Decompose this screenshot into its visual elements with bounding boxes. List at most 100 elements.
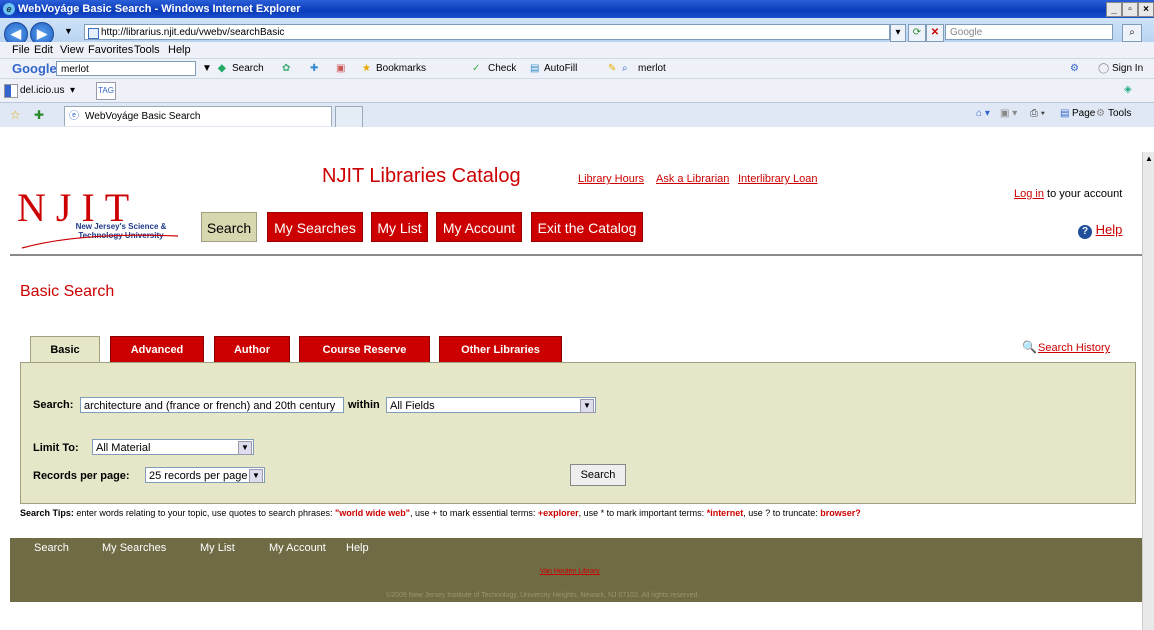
nav-my-account[interactable]: My Account	[436, 212, 522, 242]
tab-advanced[interactable]: Advanced	[110, 336, 204, 362]
google-search-button[interactable]: Search	[232, 63, 264, 74]
help-icon: ?	[1078, 225, 1092, 239]
browser-tab-active[interactable]: ⓔ WebVoyáge Basic Search	[64, 106, 332, 126]
url-dropdown-button[interactable]: ▾	[890, 24, 906, 42]
login-text: Log in to your account	[1014, 188, 1122, 200]
popup-blocker-icon[interactable]: ✿	[282, 63, 290, 74]
page-title: Basic Search	[20, 283, 115, 300]
toolbar-settings-icon[interactable]: ⚙	[1070, 63, 1079, 74]
page-menu-icon: ▤	[1060, 108, 1070, 119]
tips-label: Search Tips:	[20, 508, 74, 518]
autofill-button[interactable]: AutoFill	[544, 63, 577, 74]
menu-tools[interactable]: Tools	[134, 44, 160, 56]
copyright-text: ©2009 New Jersey Institute of Technology…	[386, 592, 700, 599]
logo-swoosh	[21, 234, 179, 249]
login-rest: to your account	[1043, 188, 1123, 200]
delicious-dropdown-icon[interactable]: ▾	[70, 85, 75, 96]
google-logo: Google	[12, 61, 57, 76]
signin-button[interactable]: Sign In	[1112, 63, 1143, 74]
refresh-icon[interactable]: ⟳	[908, 24, 926, 42]
login-link[interactable]: Log in	[1014, 188, 1044, 200]
menu-favorites[interactable]: Favorites	[88, 44, 133, 56]
menu-help[interactable]: Help	[168, 44, 191, 56]
tips-text-3: , use * to mark important terms:	[578, 508, 707, 518]
records-select[interactable]: 25 records per page ▼	[145, 467, 265, 483]
word-find-icon: ⌕	[622, 63, 628, 74]
word-find-button[interactable]: merlot	[638, 63, 666, 74]
history-dropdown-icon[interactable]: ▼	[64, 26, 73, 36]
highlight-icon[interactable]: ✎	[608, 63, 616, 74]
favorites-star-icon[interactable]: ☆	[10, 108, 21, 122]
pagerank-icon[interactable]: ▣	[336, 63, 345, 74]
bookmarks-button[interactable]: Bookmarks	[376, 63, 426, 74]
home-icon[interactable]: ⌂ ▾	[976, 108, 990, 119]
tab-course-reserve[interactable]: Course Reserve	[299, 336, 430, 362]
puzzle-icon[interactable]: ✚	[310, 63, 318, 74]
feeds-icon[interactable]: ▣ ▾	[1000, 108, 1017, 119]
stop-icon[interactable]: ✕	[926, 24, 944, 42]
limit-select[interactable]: All Material ▼	[92, 439, 254, 455]
menu-file[interactable]: File	[12, 44, 30, 56]
records-select-value: 25 records per page	[149, 470, 248, 482]
live-search-input[interactable]: Google	[945, 24, 1113, 40]
new-tab-button[interactable]	[335, 106, 363, 127]
interlibrary-loan-link[interactable]: Interlibrary Loan	[738, 173, 818, 185]
google-toolbar: Google merlot ▼ ◆ Search ✿ ✚ ▣ ★ Bookmar…	[0, 58, 1154, 79]
tips-text-1: enter words relating to your topic, use …	[73, 508, 335, 518]
url-field[interactable]: http://librarius.njit.edu/vwebv/searchBa…	[84, 24, 890, 40]
within-select[interactable]: All Fields ▼	[386, 397, 596, 413]
nav-my-searches[interactable]: My Searches	[267, 212, 363, 242]
google-query-input[interactable]: merlot	[56, 61, 196, 76]
check-button[interactable]: Check	[488, 63, 516, 74]
maximize-button[interactable]: ▫	[1122, 2, 1138, 17]
delicious-menu[interactable]: del.icio.us	[20, 85, 64, 96]
print-icon[interactable]: ⎙ ▾	[1030, 108, 1045, 119]
footer-link-my-list[interactable]: My List	[200, 542, 235, 554]
tag-button[interactable]: TAG	[96, 82, 116, 100]
tips-example-1: "world wide web"	[335, 508, 411, 518]
search-history-icon: 🔍	[1022, 340, 1037, 354]
search-button[interactable]: Search	[570, 464, 626, 486]
page-icon	[88, 28, 99, 39]
library-hours-link[interactable]: Library Hours	[578, 173, 644, 185]
within-select-value: All Fields	[390, 400, 435, 412]
tab-basic[interactable]: Basic	[30, 336, 100, 363]
logo-subtitle-line1: New Jersey's Science &	[75, 222, 167, 231]
search-input[interactable]: architecture and (france or french) and …	[80, 397, 344, 413]
search-tips: Search Tips: enter words relating to you…	[20, 508, 861, 518]
menu-view[interactable]: View	[60, 44, 84, 56]
help-link[interactable]: Help	[1096, 222, 1123, 237]
vertical-scrollbar[interactable]: ▲	[1142, 152, 1154, 630]
footer-link-my-searches[interactable]: My Searches	[102, 542, 166, 554]
limit-select-value: All Material	[96, 442, 151, 454]
records-label: Records per page:	[33, 470, 130, 482]
tab-author[interactable]: Author	[214, 336, 290, 362]
footer-link-search[interactable]: Search	[34, 542, 69, 554]
footer-link-help[interactable]: Help	[346, 542, 369, 554]
tools-menu[interactable]: Tools	[1108, 108, 1131, 119]
add-favorite-icon[interactable]: ✚	[34, 108, 44, 122]
search-icon[interactable]: ⌕	[1122, 24, 1142, 42]
library-link[interactable]: Van Houten Library	[540, 568, 600, 575]
nav-search[interactable]: Search	[201, 212, 257, 242]
footer-link-my-account[interactable]: My Account	[269, 542, 326, 554]
addon-icon[interactable]: ◈	[1124, 84, 1132, 95]
window-title-bar: e WebVoyáge Basic Search - Windows Inter…	[0, 0, 1154, 18]
page-menu[interactable]: Page	[1072, 108, 1095, 119]
chevron-down-icon: ▼	[580, 399, 594, 413]
search-history-link[interactable]: Search History	[1038, 342, 1110, 354]
nav-exit-catalog[interactable]: Exit the Catalog	[531, 212, 643, 242]
nav-my-list[interactable]: My List	[371, 212, 428, 242]
scroll-up-icon[interactable]: ▲	[1145, 154, 1153, 163]
delicious-toolbar: del.icio.us ▾ TAG ◈	[0, 78, 1154, 103]
ask-librarian-link[interactable]: Ask a Librarian	[656, 173, 729, 185]
minimize-button[interactable]: _	[1106, 2, 1122, 17]
tips-example-2: +explorer	[537, 508, 579, 518]
close-window-button[interactable]: ×	[1138, 2, 1154, 17]
menu-edit[interactable]: Edit	[34, 44, 53, 56]
tools-menu-icon: ⚙	[1096, 108, 1105, 119]
url-text: http://librarius.njit.edu/vwebv/searchBa…	[101, 27, 285, 38]
chevron-down-icon: ▼	[238, 441, 252, 455]
tab-other-libraries[interactable]: Other Libraries	[439, 336, 562, 362]
google-query-dropdown-icon[interactable]: ▼	[202, 63, 212, 74]
